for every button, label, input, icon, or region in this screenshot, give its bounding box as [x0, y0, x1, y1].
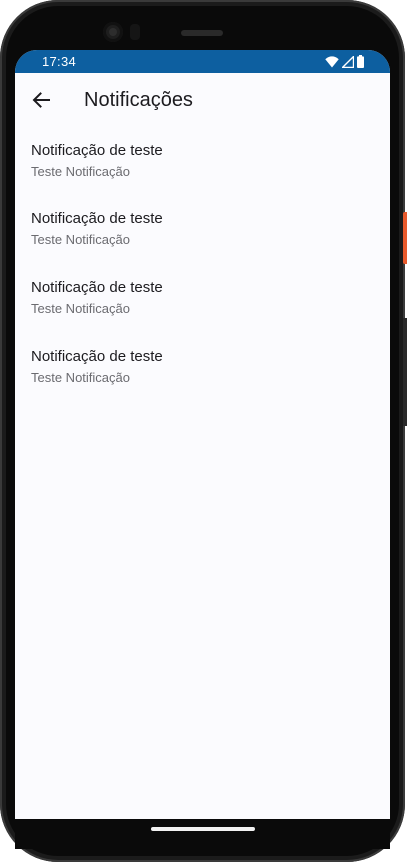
- proximity-sensor: [130, 24, 140, 40]
- status-time: 17:34: [42, 54, 77, 69]
- notification-item[interactable]: Notificação de teste Teste Notificação: [15, 335, 390, 403]
- arrow-back-icon: [32, 92, 50, 108]
- earpiece-speaker: [181, 30, 223, 36]
- app-bar: Notificações: [15, 73, 390, 129]
- home-indicator[interactable]: [151, 827, 255, 831]
- screen: 17:34 Notificações Notificação de teste …: [15, 50, 390, 819]
- bottom-bezel: [15, 819, 390, 849]
- notification-title: Notificação de teste: [31, 210, 163, 227]
- battery-icon: [357, 55, 364, 68]
- front-camera: [103, 22, 123, 42]
- notification-title: Notificação de teste: [31, 142, 163, 159]
- notification-subtitle: Teste Notificação: [31, 164, 130, 179]
- power-button: [403, 212, 407, 264]
- wifi-icon: [325, 55, 339, 67]
- phone-device: 17:34 Notificações Notificação de teste …: [0, 0, 407, 864]
- notification-title: Notificação de teste: [31, 348, 163, 365]
- notification-item[interactable]: Notificação de teste Teste Notificação: [15, 266, 390, 334]
- status-bar: 17:34: [15, 50, 390, 73]
- signal-icon: [342, 55, 354, 68]
- notification-title: Notificação de teste: [31, 279, 163, 296]
- notification-subtitle: Teste Notificação: [31, 370, 130, 385]
- back-button[interactable]: [27, 86, 55, 114]
- notification-subtitle: Teste Notificação: [31, 232, 130, 247]
- notification-item[interactable]: Notificação de teste Teste Notificação: [15, 197, 390, 265]
- status-icons: [325, 55, 364, 68]
- notification-item[interactable]: Notificação de teste Teste Notificação: [15, 129, 390, 197]
- volume-button: [403, 318, 407, 426]
- page-title: Notificações: [84, 89, 193, 111]
- notification-subtitle: Teste Notificação: [31, 301, 130, 316]
